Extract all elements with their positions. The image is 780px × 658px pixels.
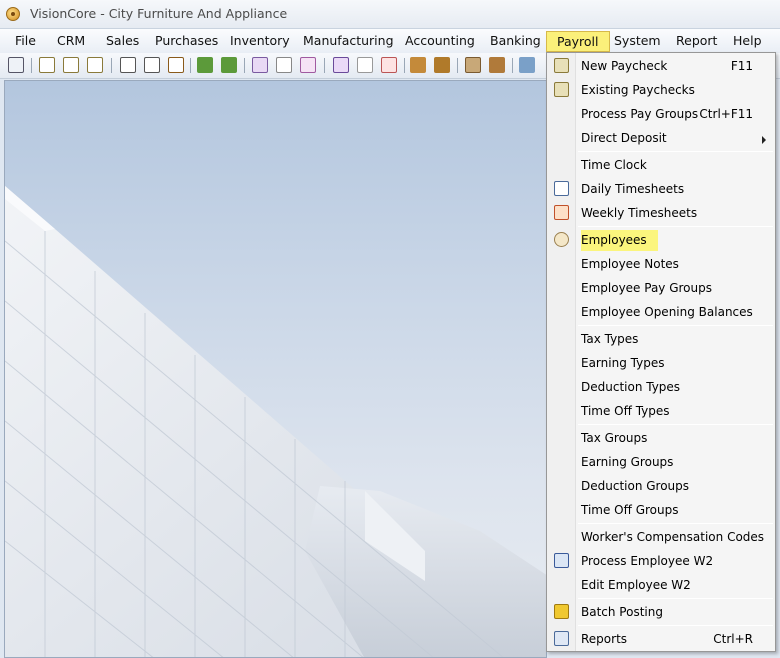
menu-separator — [578, 523, 773, 524]
deposit-icon[interactable] — [381, 57, 397, 73]
menu-item-time-clock[interactable]: Time Clock — [547, 153, 775, 177]
window-title: VisionCore - City Furniture And Applianc… — [30, 6, 288, 21]
menu-purchases[interactable]: Purchases — [155, 33, 218, 48]
employee-icon — [554, 232, 569, 247]
menu-item-employee-opening-balances[interactable]: Employee Opening Balances — [547, 300, 775, 324]
submenu-arrow-icon — [762, 136, 766, 144]
receive-icon[interactable] — [144, 57, 160, 73]
menu-item-reports[interactable]: Reports Ctrl+R — [547, 627, 775, 651]
record-icon[interactable] — [300, 57, 316, 73]
document-icon[interactable] — [252, 57, 268, 73]
toolbar-separator — [31, 58, 32, 73]
menu-payroll[interactable]: Payroll — [546, 31, 610, 52]
menu-item-employee-notes[interactable]: Employee Notes — [547, 252, 775, 276]
download-icon[interactable] — [197, 57, 213, 73]
menu-separator — [578, 226, 773, 227]
menu-separator — [578, 424, 773, 425]
invoice-icon[interactable] — [87, 57, 103, 73]
menu-item-existing-paychecks[interactable]: Existing Paychecks — [547, 78, 775, 102]
menu-sales[interactable]: Sales — [106, 33, 139, 48]
home-icon[interactable] — [489, 57, 505, 73]
menu-separator — [578, 598, 773, 599]
toolbar-separator — [324, 58, 325, 73]
grid-icon[interactable] — [465, 57, 481, 73]
menu-item-process-pay-groups[interactable]: Process Pay Groups Ctrl+F11 — [547, 102, 775, 126]
menu-system[interactable]: System — [614, 33, 661, 48]
menu-item-direct-deposit[interactable]: Direct Deposit — [547, 126, 775, 150]
menu-bar: File CRM Sales Purchases Inventory Manuf… — [0, 29, 780, 53]
menu-manufacturing[interactable]: Manufacturing — [303, 33, 394, 48]
menu-accounting[interactable]: Accounting — [405, 33, 475, 48]
weekly-timesheet-icon — [554, 205, 569, 220]
menu-item-batch-posting[interactable]: Batch Posting — [547, 600, 775, 624]
purchase-order-icon[interactable] — [120, 57, 136, 73]
menu-crm[interactable]: CRM — [57, 33, 85, 48]
sheet-icon[interactable] — [357, 57, 373, 73]
menu-separator — [578, 325, 773, 326]
menu-item-deduction-groups[interactable]: Deduction Groups — [547, 474, 775, 498]
background-building-image — [5, 186, 546, 657]
menu-item-daily-timesheets[interactable]: Daily Timesheets — [547, 177, 775, 201]
menu-banking[interactable]: Banking — [490, 33, 541, 48]
menu-item-edit-employee-w2[interactable]: Edit Employee W2 — [547, 573, 775, 597]
paychecks-icon — [554, 82, 569, 97]
page-icon[interactable] — [276, 57, 292, 73]
transfer-icon[interactable] — [221, 57, 237, 73]
tag-icon[interactable] — [519, 57, 535, 73]
toolbar-separator — [190, 58, 191, 73]
toolbar-separator — [404, 58, 405, 73]
batch-posting-icon — [554, 604, 569, 619]
menu-item-deduction-types[interactable]: Deduction Types — [547, 375, 775, 399]
transfer-funds-icon[interactable] — [410, 57, 426, 73]
toolbar-separator — [457, 58, 458, 73]
paycheck-icon — [554, 58, 569, 73]
app-logo-icon — [6, 7, 20, 21]
toolbar-separator — [244, 58, 245, 73]
menu-item-process-employee-w2[interactable]: Process Employee W2 — [547, 549, 775, 573]
menu-item-time-off-groups[interactable]: Time Off Groups — [547, 498, 775, 522]
menu-item-tax-groups[interactable]: Tax Groups — [547, 426, 775, 450]
menu-item-earning-groups[interactable]: Earning Groups — [547, 450, 775, 474]
menu-item-employee-pay-groups[interactable]: Employee Pay Groups — [547, 276, 775, 300]
warehouse-icon[interactable] — [434, 57, 450, 73]
toolbar-separator — [512, 58, 513, 73]
menu-item-time-off-types[interactable]: Time Off Types — [547, 399, 775, 423]
menu-item-workers-compensation-codes[interactable]: Worker's Compensation Codes — [547, 525, 775, 549]
menu-item-tax-types[interactable]: Tax Types — [547, 327, 775, 351]
menu-report[interactable]: Report — [676, 33, 717, 48]
menu-separator — [578, 151, 773, 152]
main-workspace — [4, 80, 547, 658]
menu-help[interactable]: Help — [733, 33, 762, 48]
w2-icon — [554, 553, 569, 568]
app-window: VisionCore - City Furniture And Applianc… — [0, 0, 780, 658]
menu-item-earning-types[interactable]: Earning Types — [547, 351, 775, 375]
order-icon[interactable] — [63, 57, 79, 73]
menu-item-new-paycheck[interactable]: New Paycheck F11 — [547, 54, 775, 78]
title-bar: VisionCore - City Furniture And Applianc… — [0, 0, 780, 29]
menu-file[interactable]: File — [15, 33, 36, 48]
menu-separator — [578, 625, 773, 626]
menu-item-employees[interactable]: Employees — [547, 228, 775, 252]
menu-inventory[interactable]: Inventory — [230, 33, 290, 48]
calendar-icon[interactable] — [8, 57, 24, 73]
menu-item-weekly-timesheets[interactable]: Weekly Timesheets — [547, 201, 775, 225]
daily-timesheet-icon — [554, 181, 569, 196]
reports-icon — [554, 631, 569, 646]
payroll-dropdown-menu: New Paycheck F11 Existing Paychecks Proc… — [546, 52, 776, 652]
quote-icon[interactable] — [39, 57, 55, 73]
toolbar-separator — [111, 58, 112, 73]
batch-icon[interactable] — [333, 57, 349, 73]
bill-icon[interactable] — [168, 57, 184, 73]
